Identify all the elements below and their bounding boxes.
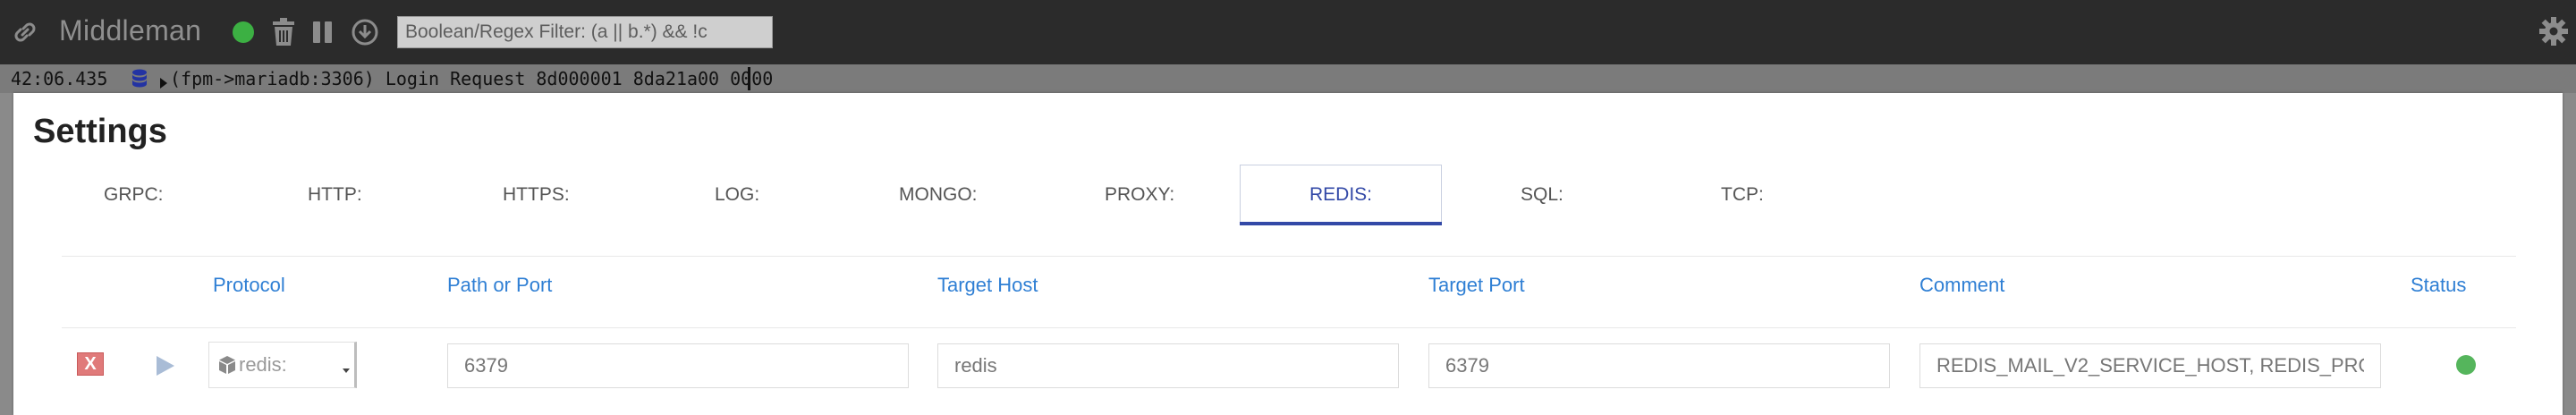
page-title: Settings — [33, 113, 167, 150]
target-port-field[interactable] — [1428, 343, 1890, 388]
protocol-select-value: redis: — [239, 353, 287, 376]
tab-redis[interactable]: REDIS: — [1309, 184, 1372, 206]
play-icon[interactable] — [155, 354, 176, 382]
column-header-status: Status — [2411, 274, 2467, 296]
log-timestamp: 42:06.435 — [11, 68, 108, 89]
chevron-down-icon — [343, 362, 350, 378]
active-tab-indicator — [1240, 222, 1442, 225]
protocol-select[interactable]: redis: — [208, 342, 357, 388]
tab-mongo[interactable]: MONGO: — [899, 184, 978, 206]
link-icon[interactable] — [9, 16, 41, 53]
divider — [62, 327, 2516, 328]
log-line[interactable]: 42:06.435 (fpm->mariadb:3306) Login Requ… — [0, 64, 2576, 93]
pause-icon[interactable] — [311, 20, 335, 49]
settings-panel: Settings GRPC: HTTP: HTTPS: LOG: MONGO: … — [13, 93, 2563, 415]
column-header-protocol: Protocol — [213, 274, 285, 296]
divider — [62, 256, 2516, 257]
recording-status-icon[interactable] — [231, 20, 256, 49]
cube-icon — [218, 355, 236, 379]
text-cursor — [748, 67, 750, 90]
column-header-path-or-port: Path or Port — [447, 274, 553, 296]
comment-field[interactable] — [1919, 343, 2381, 388]
expand-caret-icon[interactable] — [159, 72, 168, 94]
tab-tcp[interactable]: TCP: — [1721, 184, 1764, 206]
tab-http[interactable]: HTTP: — [308, 184, 362, 206]
top-toolbar: Middleman — [0, 0, 2576, 64]
tab-sql[interactable]: SQL: — [1521, 184, 1563, 206]
database-icon — [131, 69, 148, 93]
column-header-target-port: Target Port — [1428, 274, 1525, 296]
tab-grpc[interactable]: GRPC: — [104, 184, 164, 206]
tab-https[interactable]: HTTPS: — [503, 184, 570, 206]
status-indicator — [2456, 355, 2476, 375]
column-header-comment: Comment — [1919, 274, 2005, 296]
target-host-field[interactable] — [937, 343, 1399, 388]
filter-input[interactable] — [397, 16, 773, 48]
column-header-target-host: Target Host — [937, 274, 1038, 296]
tab-log[interactable]: LOG: — [715, 184, 759, 206]
app-title: Middleman — [59, 14, 202, 47]
tab-proxy[interactable]: PROXY: — [1105, 184, 1174, 206]
trash-icon[interactable] — [271, 18, 296, 51]
path-or-port-field[interactable] — [447, 343, 909, 388]
download-icon[interactable] — [351, 18, 379, 51]
gear-icon[interactable] — [2538, 16, 2569, 51]
log-message: (fpm->mariadb:3306) Login Request 8d0000… — [170, 68, 774, 89]
remove-row-button[interactable]: X — [77, 352, 104, 376]
